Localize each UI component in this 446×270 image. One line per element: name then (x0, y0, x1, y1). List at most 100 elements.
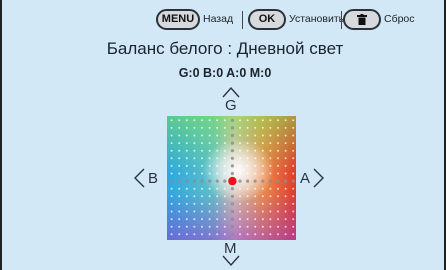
grid-dot (170, 210, 173, 213)
grid-dot (216, 149, 219, 152)
grid-dot (170, 126, 173, 129)
grid-dot (223, 233, 226, 236)
grid-dot (193, 134, 196, 137)
grid-dot (178, 218, 181, 221)
back-label: Назад (203, 13, 234, 25)
grid-dot (178, 210, 181, 213)
grid-dot (277, 218, 279, 221)
grid-dot (239, 142, 241, 145)
grid-dot (185, 134, 188, 137)
chevron-left-icon[interactable] (133, 168, 145, 188)
grid-dot (246, 225, 249, 228)
grid-dot (178, 134, 181, 137)
grid-dot (292, 225, 295, 228)
grid-dot (223, 149, 226, 152)
grid-cursor[interactable] (228, 176, 237, 186)
page-title: Баланс белого : Дневной свет (106, 39, 344, 58)
grid-dot (269, 157, 272, 160)
grid-dot (284, 119, 287, 122)
grid-dot (261, 233, 264, 236)
grid-dot (201, 187, 203, 190)
set-label: Установить (289, 13, 345, 25)
axis-dot (246, 179, 250, 183)
axis-dot (230, 118, 234, 122)
grid-dot (170, 149, 173, 152)
grid-dot (292, 202, 295, 205)
grid-dot (178, 202, 181, 205)
grid-dot (223, 134, 226, 137)
grid-dot (261, 218, 264, 221)
axis-label-b: B (148, 170, 159, 187)
grid-dot (185, 157, 188, 160)
grid-dot (239, 164, 241, 167)
grid-dot (269, 119, 272, 122)
grid-dot (208, 210, 211, 213)
grid-dot (193, 218, 196, 221)
grid-dot (178, 233, 181, 236)
grid-dot (170, 187, 173, 190)
axis-dot (276, 179, 280, 183)
grid-dot (284, 142, 287, 145)
grid-dot (216, 126, 219, 129)
axis-dot (230, 187, 234, 191)
grid-dot (284, 210, 287, 213)
grid-dot (292, 187, 295, 190)
grid-dot (277, 233, 279, 236)
grid-dot (216, 218, 219, 221)
grid-dot (239, 225, 241, 228)
grid-dot (292, 233, 295, 236)
grid-dot (261, 134, 264, 137)
grid-dot (208, 149, 211, 152)
grid-dot (277, 134, 279, 137)
grid-dot (292, 134, 295, 137)
grid-dot (185, 210, 188, 213)
grid-dot (277, 119, 279, 122)
grid-dot (178, 142, 181, 145)
hint-separator (242, 11, 243, 29)
grid-dot (261, 142, 264, 145)
grid-dot (269, 195, 272, 198)
grid-dot (284, 172, 287, 175)
grid-dot (254, 157, 257, 160)
grid-dot (284, 233, 287, 236)
axis-dot (223, 179, 227, 183)
grid-dot (201, 164, 203, 167)
grid-dot (292, 164, 295, 167)
axis-dot (177, 179, 181, 183)
grid-dot (170, 164, 173, 167)
grid-dot (284, 157, 287, 160)
grid-dot (261, 225, 264, 228)
grid-dot (178, 172, 181, 175)
axis-dot (291, 179, 295, 183)
grid-dot (292, 218, 295, 221)
grid-dot (185, 142, 188, 145)
white-balance-grid[interactable] (167, 116, 296, 240)
grid-dot (269, 225, 272, 228)
grid-dot (239, 195, 241, 198)
grid-dot (277, 187, 279, 190)
grid-dot (239, 187, 241, 190)
axis-dot (238, 179, 242, 183)
grid-dot (201, 195, 203, 198)
trash-key[interactable] (343, 9, 381, 30)
grid-dot (261, 126, 264, 129)
axis-label-a: A (300, 170, 311, 187)
axis-dot (230, 171, 234, 176)
axis-dot (230, 202, 234, 206)
grid-dot (292, 195, 295, 198)
grid-dot (261, 149, 264, 152)
grid-dot (223, 210, 226, 213)
ok-key[interactable]: OK (248, 9, 286, 30)
grid-dot (208, 202, 211, 205)
grid-dot (178, 157, 181, 160)
grid-dot (178, 149, 181, 152)
axis-dot (230, 209, 234, 214)
grid-dot (292, 126, 295, 129)
grid-dot (208, 119, 211, 122)
menu-key[interactable]: MENU (156, 9, 200, 30)
grid-dot (246, 142, 249, 145)
grid-dot (239, 126, 241, 129)
grid-dot (193, 164, 196, 167)
chevron-right-icon[interactable] (313, 168, 325, 188)
chevron-down-icon[interactable] (222, 255, 240, 267)
